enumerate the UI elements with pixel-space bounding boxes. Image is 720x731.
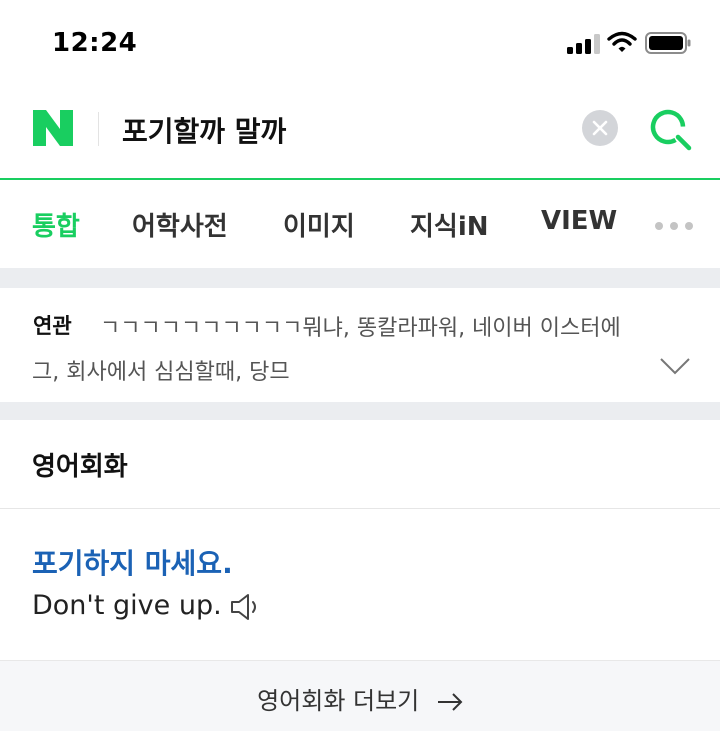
search-input[interactable]: 포기할까 말까 (122, 110, 286, 150)
more-conversation-button[interactable]: 영어회화 더보기 (0, 660, 720, 731)
header-separator (98, 112, 99, 146)
wifi-icon (607, 31, 637, 52)
tab-integrated[interactable]: 통합 (32, 206, 80, 243)
more-conversation-label: 영어회화 더보기 (257, 687, 420, 715)
clear-icon (592, 120, 608, 136)
english-conversation-card: 영어회화 포기하지 마세요. Don't give up. 영어회화 더보기 (0, 420, 720, 731)
tab-images[interactable]: 이미지 (283, 206, 355, 243)
arrow-right-icon (437, 693, 463, 711)
section-title: 영어회화 (32, 452, 128, 482)
related-label: 연관 (33, 314, 72, 338)
section-gap (0, 268, 720, 288)
divider (0, 508, 720, 509)
korean-phrase-link[interactable]: 포기하지 마세요. (32, 542, 233, 582)
search-tabs: 통합 어학사전 이미지 지식iN VIEW (0, 182, 720, 268)
search-header: 포기할까 말까 (0, 88, 720, 180)
section-gap (0, 402, 720, 420)
naver-logo[interactable] (29, 108, 77, 148)
tab-knowledge-in[interactable]: 지식iN (410, 206, 489, 243)
clear-search-button[interactable] (582, 110, 618, 146)
related-searches: 연관 ㄱㄱㄱㄱㄱㄱㄱㄱㄱㄱ뭐냐, 똥칼라파워, 네이버 이스터에 그, 회사에서… (0, 288, 720, 402)
english-phrase: Don't give up. (32, 590, 222, 621)
battery-icon (645, 32, 691, 54)
tab-dictionary[interactable]: 어학사전 (132, 206, 228, 243)
status-bar: 12:24 (0, 0, 720, 88)
tab-view[interactable]: VIEW (541, 206, 617, 236)
chevron-down-icon[interactable] (659, 356, 691, 376)
speaker-icon[interactable] (229, 591, 263, 623)
related-keywords[interactable]: ㄱㄱㄱㄱㄱㄱㄱㄱㄱㄱ뭐냐, 똥칼라파워, 네이버 이스터에 (100, 310, 621, 342)
signal-icon (567, 34, 600, 54)
related-keywords-continued[interactable]: 그, 회사에서 심심할때, 당므 (32, 354, 290, 386)
status-time: 12:24 (52, 28, 138, 58)
more-icon[interactable] (655, 222, 693, 230)
search-icon[interactable] (647, 106, 693, 152)
